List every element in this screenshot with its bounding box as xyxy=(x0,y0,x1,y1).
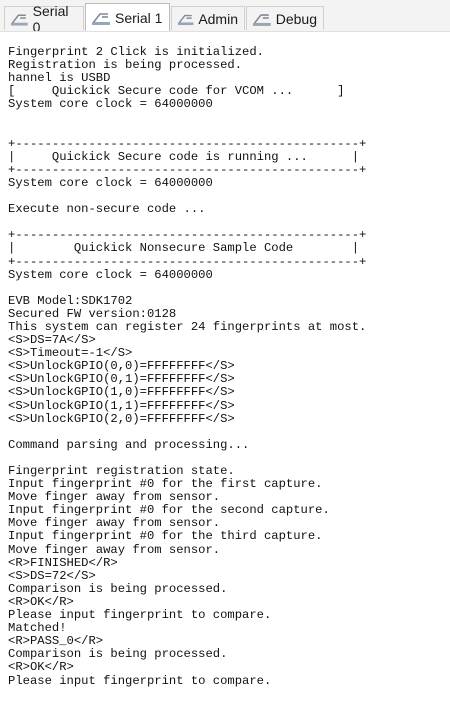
terminal-line: EVB Model:SDK1702 xyxy=(8,293,133,308)
tab-label: Admin xyxy=(198,10,238,27)
terminal-line: Secured FW version:0128 xyxy=(8,306,177,321)
terminal-line: System core clock = 64000000 xyxy=(8,175,213,190)
serial-port-icon xyxy=(92,12,110,25)
serial-port-icon xyxy=(177,14,194,25)
tab-debug[interactable]: Debug xyxy=(246,6,324,30)
tab-label: Serial 0 xyxy=(32,2,69,35)
tab-admin[interactable]: Admin xyxy=(171,6,245,30)
terminal-line: <S>UnlockGPIO(2,0)=FFFFFFFF</S> xyxy=(8,411,235,426)
terminal-line: Comparison is being processed. xyxy=(8,581,228,596)
serial-port-icon xyxy=(10,14,28,26)
tab-label: Serial 1 xyxy=(115,9,163,26)
tab-label: Debug xyxy=(275,10,317,27)
terminal-line: +---------------------------------------… xyxy=(8,136,367,151)
terminal-line: Please input fingerprint to compare. xyxy=(8,673,272,688)
tab-bar: Serial 0 Serial 1 Admin Debug xyxy=(0,0,450,35)
terminal-line: +---------------------------------------… xyxy=(8,254,367,269)
terminal-line: <R>OK</R> xyxy=(8,660,74,675)
terminal-line: Execute non-secure code ... xyxy=(8,202,206,217)
serial-terminal-output[interactable]: Fingerprint 2 Click is initialized. Regis… xyxy=(0,31,450,706)
terminal-line: Command parsing and processing... xyxy=(8,437,250,452)
terminal-line: System core clock = 64000000 xyxy=(8,267,213,282)
terminal-log: Fingerprint 2 Click is initialized. Regis… xyxy=(8,45,367,688)
terminal-line: <R>FINISHED</R> xyxy=(8,555,118,570)
tab-serial-1[interactable]: Serial 1 xyxy=(85,3,170,31)
tab-serial-0[interactable]: Serial 0 xyxy=(4,3,84,35)
terminal-line: Input fingerprint #0 for the third captu… xyxy=(8,529,323,544)
terminal-line: | Quickick Nonsecure Sample Code | xyxy=(8,241,360,256)
terminal-line: Move finger away from sensor. xyxy=(8,542,221,557)
terminal-line: <S>DS=72</S> xyxy=(8,568,96,583)
terminal-line: <S>UnlockGPIO(1,0)=FFFFFFFF</S> xyxy=(8,385,235,400)
terminal-line: +---------------------------------------… xyxy=(8,162,367,177)
terminal-line: | Quickick Secure code is running ... | xyxy=(8,149,360,164)
terminal-line: System core clock = 64000000 xyxy=(8,97,213,112)
terminal-line: <S>UnlockGPIO(1,1)=FFFFFFFF</S> xyxy=(8,398,235,413)
serial-port-icon xyxy=(252,13,271,26)
